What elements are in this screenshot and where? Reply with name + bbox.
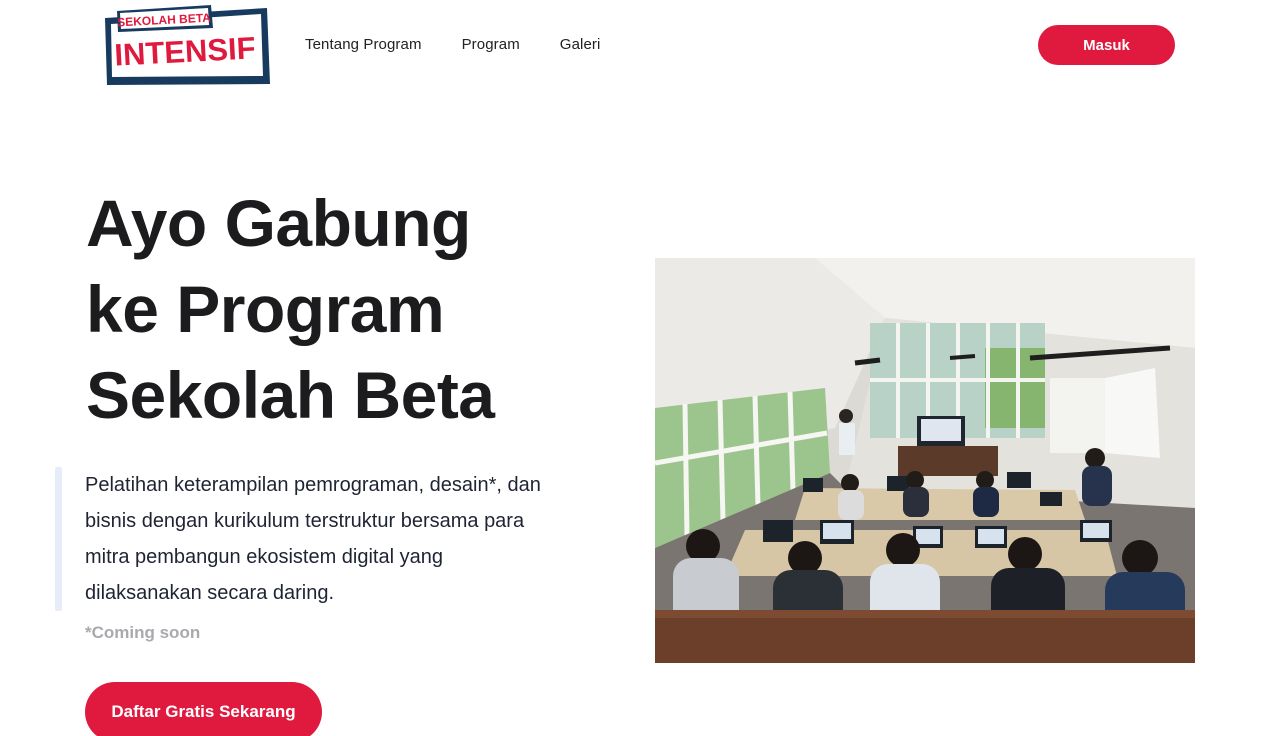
hero-description: Pelatihan keterampilan pemrograman, desa… (85, 474, 541, 604)
nav-tentang-program[interactable]: Tentang Program (305, 36, 422, 53)
hero-title-line-1: Ayo Gabung (86, 186, 471, 260)
logo-graphic: SEKOLAH BETA INTENSIF (105, 5, 270, 85)
nav-galeri[interactable]: Galeri (560, 36, 601, 53)
landing-page: SEKOLAH BETA INTENSIF Tentang Program Pr… (0, 0, 1280, 736)
coming-soon-note: *Coming soon (85, 623, 201, 642)
nav-program[interactable]: Program (462, 36, 520, 53)
hero-title-line-2: ke Program (86, 272, 445, 346)
svg-text:INTENSIF: INTENSIF (114, 30, 257, 72)
sekolah-beta-intensif-logo[interactable]: SEKOLAH BETA INTENSIF (103, 4, 273, 88)
main-nav: Tentang Program Program Galeri (305, 36, 640, 53)
login-button[interactable]: Masuk (1038, 25, 1175, 65)
hero-title-line-3: Sekolah Beta (86, 358, 495, 432)
register-free-button[interactable]: Daftar Gratis Sekarang (85, 682, 322, 736)
classroom-photo (655, 258, 1195, 663)
hero-title: Ayo Gabung ke Program Sekolah Beta (86, 180, 606, 438)
quote-accent-bar (55, 467, 62, 611)
